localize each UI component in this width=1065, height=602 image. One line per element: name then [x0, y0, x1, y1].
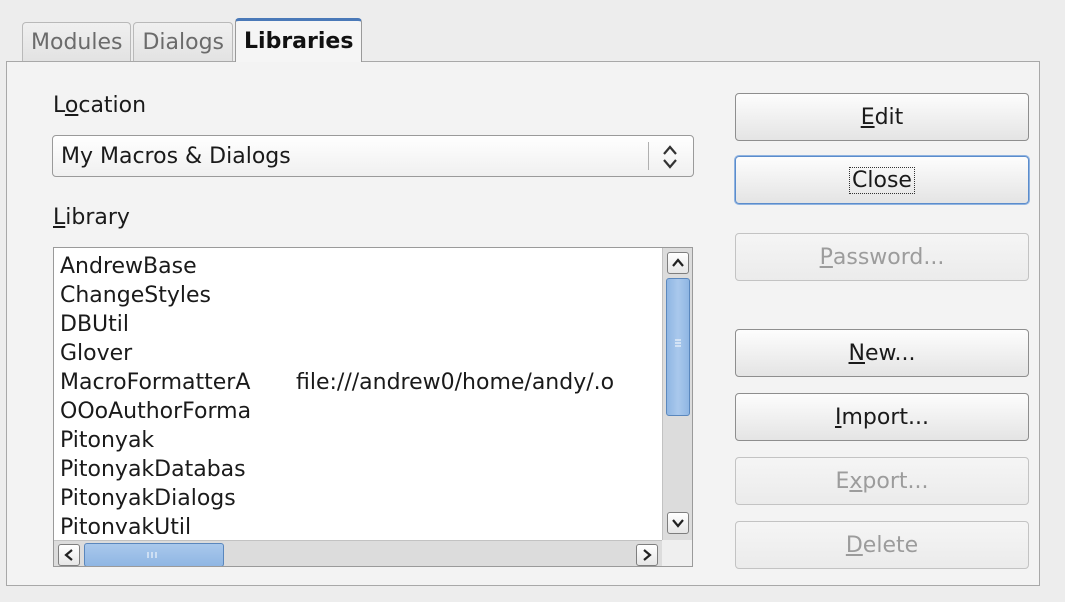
list-item[interactable]: ChangeStyles	[60, 281, 660, 310]
delete-button[interactable]: Delete	[735, 521, 1029, 569]
location-select[interactable]: My Macros & Dialogs	[52, 135, 694, 177]
library-list-items: AndrewBase ChangeStyles DBUtil Glover Ma…	[60, 252, 660, 534]
list-item[interactable]: PitonyakDatabas	[60, 455, 660, 484]
close-button[interactable]: Close	[735, 156, 1029, 204]
export-button[interactable]: Ex port...	[735, 457, 1029, 505]
password-button[interactable]: Password...	[735, 233, 1029, 281]
chevron-down-icon	[672, 519, 684, 528]
tab-modules[interactable]: Modules	[22, 22, 132, 62]
list-item[interactable]: AndrewBase	[60, 252, 660, 281]
scroll-left-button[interactable]	[58, 544, 80, 566]
scroll-right-button[interactable]	[636, 544, 658, 566]
tab-libraries[interactable]: Libraries	[235, 18, 363, 62]
location-label: Location	[53, 93, 147, 118]
vertical-scrollbar[interactable]	[662, 248, 692, 540]
list-item[interactable]: Pitonyak	[60, 426, 660, 455]
combo-separator	[648, 142, 649, 170]
list-item[interactable]: DBUtil	[60, 310, 660, 339]
new-button[interactable]: New...	[735, 329, 1029, 377]
tab-dialogs[interactable]: Dialogs	[133, 22, 234, 62]
chevron-up-icon	[672, 258, 684, 267]
location-select-value: My Macros & Dialogs	[61, 143, 291, 169]
list-item[interactable]: Glover	[60, 339, 660, 368]
list-item[interactable]: OOoAuthorForma	[60, 397, 660, 426]
horizontal-scrollbar[interactable]	[54, 540, 662, 566]
vertical-scroll-thumb[interactable]	[666, 278, 690, 416]
grip-icon	[147, 552, 157, 558]
scrollbar-corner	[662, 540, 692, 566]
list-item[interactable]: PitonyakUtil	[60, 513, 660, 534]
list-item[interactable]: PitonyakDialogs	[60, 484, 660, 513]
library-label: Library	[53, 205, 130, 230]
grip-icon	[675, 339, 681, 347]
list-item[interactable]: MacroFormatterA file:///andrew0/home/andy…	[60, 368, 660, 397]
horizontal-scroll-thumb[interactable]	[84, 543, 224, 566]
edit-button[interactable]: Edit	[735, 93, 1029, 141]
scroll-down-button[interactable]	[667, 512, 689, 534]
tab-bar: Modules Dialogs Libraries	[22, 18, 364, 62]
import-button[interactable]: Import...	[735, 393, 1029, 441]
scroll-up-button[interactable]	[667, 252, 689, 274]
up-down-arrows-icon	[663, 145, 677, 169]
chevron-right-icon	[643, 549, 652, 561]
chevron-left-icon	[64, 549, 73, 561]
library-list[interactable]: AndrewBase ChangeStyles DBUtil Glover Ma…	[53, 247, 693, 567]
